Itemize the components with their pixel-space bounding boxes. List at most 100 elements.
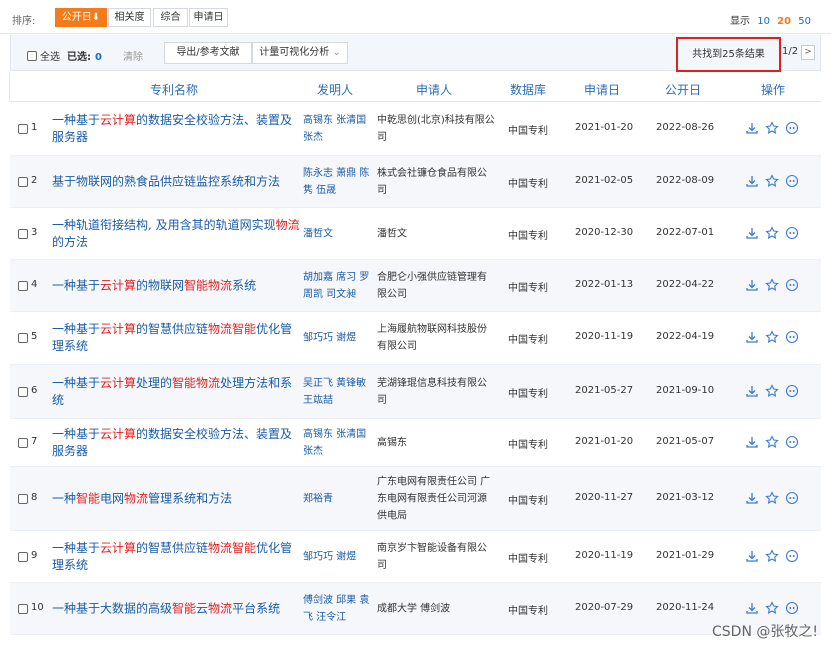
quote-icon[interactable] (785, 278, 799, 292)
applicant: 合肥仑小强供应链管理有限公司 (377, 271, 487, 300)
select-all-checkbox[interactable]: 全选 (27, 48, 60, 63)
download-icon[interactable] (745, 174, 759, 188)
clear-button[interactable]: 清除 (123, 48, 143, 63)
row-actions (745, 173, 799, 188)
inventor-link[interactable]: 胡加嘉 席习 罗周凯 司文昶 (303, 269, 373, 303)
visual-analysis-button[interactable]: 计量可视化分析 ⌄ (252, 42, 348, 64)
patent-title-link[interactable]: 一种智能电网物流管理系统和方法 (52, 490, 302, 507)
inventor-link[interactable]: 邹巧巧 谢煜 (303, 330, 373, 347)
patent-title-link[interactable]: 一种轨道衔接结构, 及用含其的轨道网实现物流的方法 (52, 217, 302, 251)
keyword-highlight: 云计算 (100, 540, 137, 555)
patent-title-link[interactable]: 一种基于云计算的数据安全校验方法、装置及服务器 (52, 426, 302, 460)
export-button[interactable]: 导出/参考文献 (164, 42, 252, 64)
patent-title-link[interactable]: 一种基于云计算的智慧供应链物流智能优化管理系统 (52, 321, 302, 355)
patent-title-link[interactable]: 一种基于云计算的物联网智能物流系统 (52, 277, 302, 294)
row-checkbox[interactable] (18, 493, 28, 504)
row-checkbox[interactable] (18, 123, 28, 134)
row-number: 10 (31, 601, 44, 613)
quote-icon[interactable] (785, 601, 799, 615)
watermark: CSDN @张牧之! (712, 624, 818, 640)
download-icon[interactable] (745, 226, 759, 240)
title-text: 系统 (232, 278, 257, 292)
title-text: 基于物联网的熟食品供应链监控系统和方法 (52, 174, 281, 188)
title-text: 一种基于 (52, 112, 101, 127)
database: 中国专利 (508, 335, 548, 346)
publish-date: 2022-08-09 (656, 174, 715, 186)
row-checkbox[interactable] (18, 437, 28, 448)
download-icon[interactable] (745, 601, 759, 615)
patent-title-link[interactable]: 一种基于云计算处理的智能物流处理方法和系统 (52, 375, 302, 409)
row-number: 1 (31, 121, 38, 133)
inventor-link[interactable]: 邹巧巧 谢煜 (303, 548, 373, 565)
inventor-link[interactable]: 潘哲文 (303, 225, 373, 242)
inventor-link[interactable]: 吴正飞 黄锋敏 王竑喆 (303, 375, 373, 409)
row-checkbox[interactable] (18, 333, 28, 343)
next-page-button[interactable]: > (801, 45, 815, 60)
download-icon[interactable] (745, 384, 759, 398)
quote-icon[interactable] (785, 226, 799, 240)
row-actions (745, 548, 799, 563)
sort-label: 排序: (12, 16, 36, 27)
row-checkbox[interactable] (18, 280, 28, 291)
row-checkbox[interactable] (18, 228, 28, 239)
download-icon[interactable] (745, 330, 759, 344)
patent-title-link[interactable]: 基于物联网的熟食品供应链监控系统和方法 (52, 173, 302, 190)
col-title: 专利名称 (150, 83, 199, 97)
page-size-10[interactable]: 10 (757, 16, 770, 27)
patent-title-link[interactable]: 一种基于云计算的数据安全校验方法、装置及服务器 (52, 112, 302, 146)
favorite-star-icon[interactable] (765, 383, 779, 398)
title-text: 管理系统和方法 (148, 491, 233, 505)
favorite-star-icon[interactable] (765, 330, 779, 344)
sort-option-relevance[interactable]: 相关度 (108, 8, 151, 27)
inventor-link[interactable]: 傅剑波 邱果 袁飞 汪令江 (303, 592, 373, 626)
quote-icon[interactable] (785, 121, 799, 135)
database: 中国专利 (508, 178, 548, 190)
row-checkbox[interactable] (18, 603, 28, 614)
keyword-highlight: 云计算 (100, 375, 137, 390)
sort-option-pubdate[interactable]: 公开日⬇ (55, 8, 107, 27)
quote-icon[interactable] (785, 384, 799, 398)
quote-icon[interactable] (785, 330, 799, 344)
inventor-link[interactable]: 高锡东 张清国 张杰 (303, 112, 373, 146)
quote-icon[interactable] (785, 549, 799, 563)
favorite-star-icon[interactable] (765, 277, 779, 292)
download-icon[interactable] (745, 278, 759, 292)
sort-option-applydate[interactable]: 申请日 (189, 8, 228, 27)
inventor-link[interactable]: 高锡东 张清国 张杰 (303, 426, 373, 460)
favorite-star-icon[interactable] (765, 173, 779, 188)
inventor-link[interactable]: 陈永志 萧鼎 陈隽 伍晟 (303, 165, 373, 199)
favorite-star-icon[interactable] (765, 600, 779, 615)
row-actions (745, 120, 799, 135)
applicant: 株式会社镰仓食品有限公司 (377, 167, 487, 196)
download-icon[interactable] (745, 549, 759, 563)
patent-title-link[interactable]: 一种基于大数据的高级智能云物流平台系统 (52, 600, 302, 617)
favorite-star-icon[interactable] (765, 225, 779, 240)
sort-option-composite[interactable]: 综合 (153, 8, 188, 27)
patent-title-link[interactable]: 一种基于云计算的智慧供应链物流智能优化管理系统 (52, 540, 302, 574)
page-size-50[interactable]: 50 (798, 16, 811, 27)
row-checkbox[interactable] (18, 386, 28, 397)
favorite-star-icon[interactable] (765, 434, 779, 449)
left-divider (0, 72, 10, 102)
row-checkbox[interactable] (18, 551, 28, 562)
download-icon[interactable] (745, 121, 759, 135)
download-icon[interactable] (745, 435, 759, 449)
inventor-link[interactable]: 郑裕青 (303, 490, 373, 507)
page-size-20[interactable]: 20 (777, 16, 791, 27)
row-actions (745, 225, 799, 240)
quote-icon[interactable] (785, 491, 799, 505)
database: 中国专利 (508, 439, 548, 451)
row-checkbox[interactable] (18, 176, 28, 187)
keyword-highlight: 云计算 (100, 322, 137, 336)
quote-icon[interactable] (785, 174, 799, 188)
table-row: 1 一种基于云计算的数据安全校验方法、装置及服务器 高锡东 张清国 张杰 中乾思创(北… (10, 102, 821, 156)
favorite-star-icon[interactable] (765, 120, 779, 135)
title-text: 一种基于 (52, 375, 101, 390)
title-text: 电网 (100, 491, 125, 505)
apply-date: 2021-05-27 (575, 384, 634, 396)
download-icon[interactable] (745, 491, 759, 505)
checkbox-icon[interactable] (27, 50, 37, 61)
favorite-star-icon[interactable] (765, 490, 779, 505)
quote-icon[interactable] (785, 435, 799, 449)
favorite-star-icon[interactable] (765, 548, 779, 563)
